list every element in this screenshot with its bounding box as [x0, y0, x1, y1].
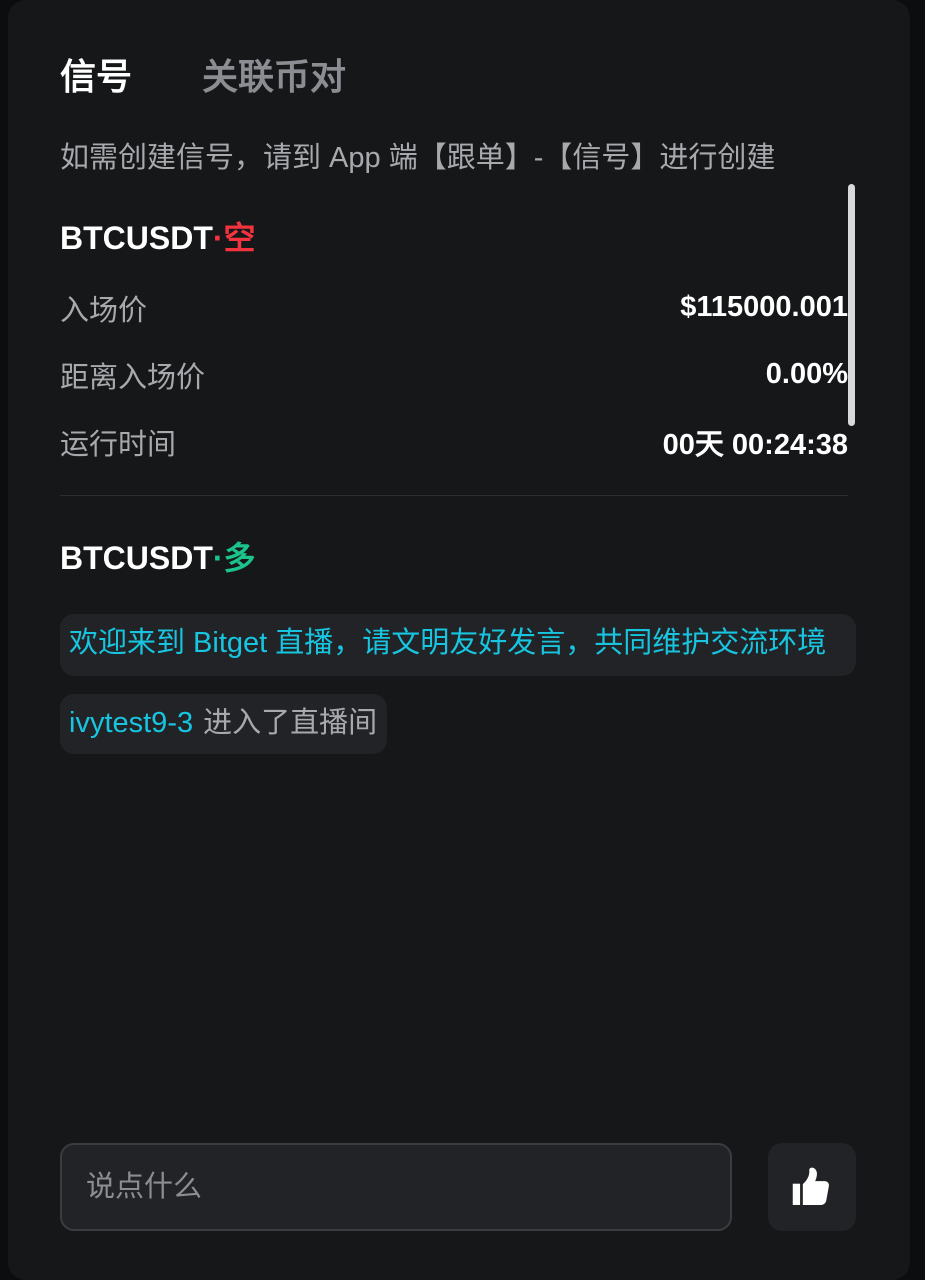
divider [60, 495, 848, 496]
distance-label: 距离入场价 [60, 361, 206, 394]
create-signal-hint: 如需创建信号，请到 App 端【跟单】-【信号】进行创建 [60, 142, 776, 174]
system-welcome-message: 欢迎来到 Bitget 直播，请文明友好发言，共同维护交流环境 [60, 614, 856, 676]
signal-symbol: BTCUSDT [60, 540, 213, 576]
runtime-value: 00天 00:24:38 [662, 428, 848, 461]
event-text: 进入了直播间 [203, 707, 378, 739]
scrollbar[interactable] [848, 184, 855, 426]
event-username[interactable]: ivytest9-3 [69, 707, 193, 739]
signal-title: BTCUSDT·多 [60, 536, 848, 594]
distance-row: 距离入场价 0.00% [60, 341, 848, 408]
thumbs-up-icon [792, 1167, 829, 1205]
runtime-row: 运行时间 00天 00:24:38 [60, 408, 848, 475]
signal-card[interactable]: BTCUSDT·多 [60, 536, 848, 594]
signal-panel: 信号 关联币对 如需创建信号，请到 App 端【跟单】-【信号】进行创建 BTC… [8, 0, 910, 1280]
tab-signals[interactable]: 信号 [60, 55, 132, 99]
entry-price-value: $115000.001 [680, 291, 848, 323]
signal-separator: · [212, 220, 224, 256]
chat-input[interactable] [60, 1143, 732, 1231]
signal-symbol: BTCUSDT [60, 220, 213, 256]
signal-direction-long: 多 [223, 540, 256, 576]
like-button[interactable] [768, 1143, 856, 1231]
signal-list: BTCUSDT·空 入场价 $115000.001 距离入场价 0.00% 运行… [60, 216, 848, 594]
chat-feed: 欢迎来到 Bitget 直播，请文明友好发言，共同维护交流环境 ivytest9… [60, 614, 856, 754]
runtime-label: 运行时间 [60, 428, 177, 461]
entry-price-label: 入场价 [60, 294, 148, 327]
signal-card[interactable]: BTCUSDT·空 入场价 $115000.001 距离入场价 0.00% 运行… [60, 216, 848, 496]
signal-direction-short: 空 [223, 220, 256, 256]
distance-value: 0.00% [765, 358, 848, 390]
chat-composer [60, 1143, 856, 1231]
join-event-message: ivytest9-3 进入了直播间 [60, 694, 388, 754]
tab-bar: 信号 关联币对 [60, 55, 346, 99]
entry-price-row: 入场价 $115000.001 [60, 274, 848, 341]
signal-title: BTCUSDT·空 [60, 216, 848, 274]
tab-related-pairs[interactable]: 关联币对 [202, 55, 346, 99]
signal-separator: · [212, 540, 224, 576]
